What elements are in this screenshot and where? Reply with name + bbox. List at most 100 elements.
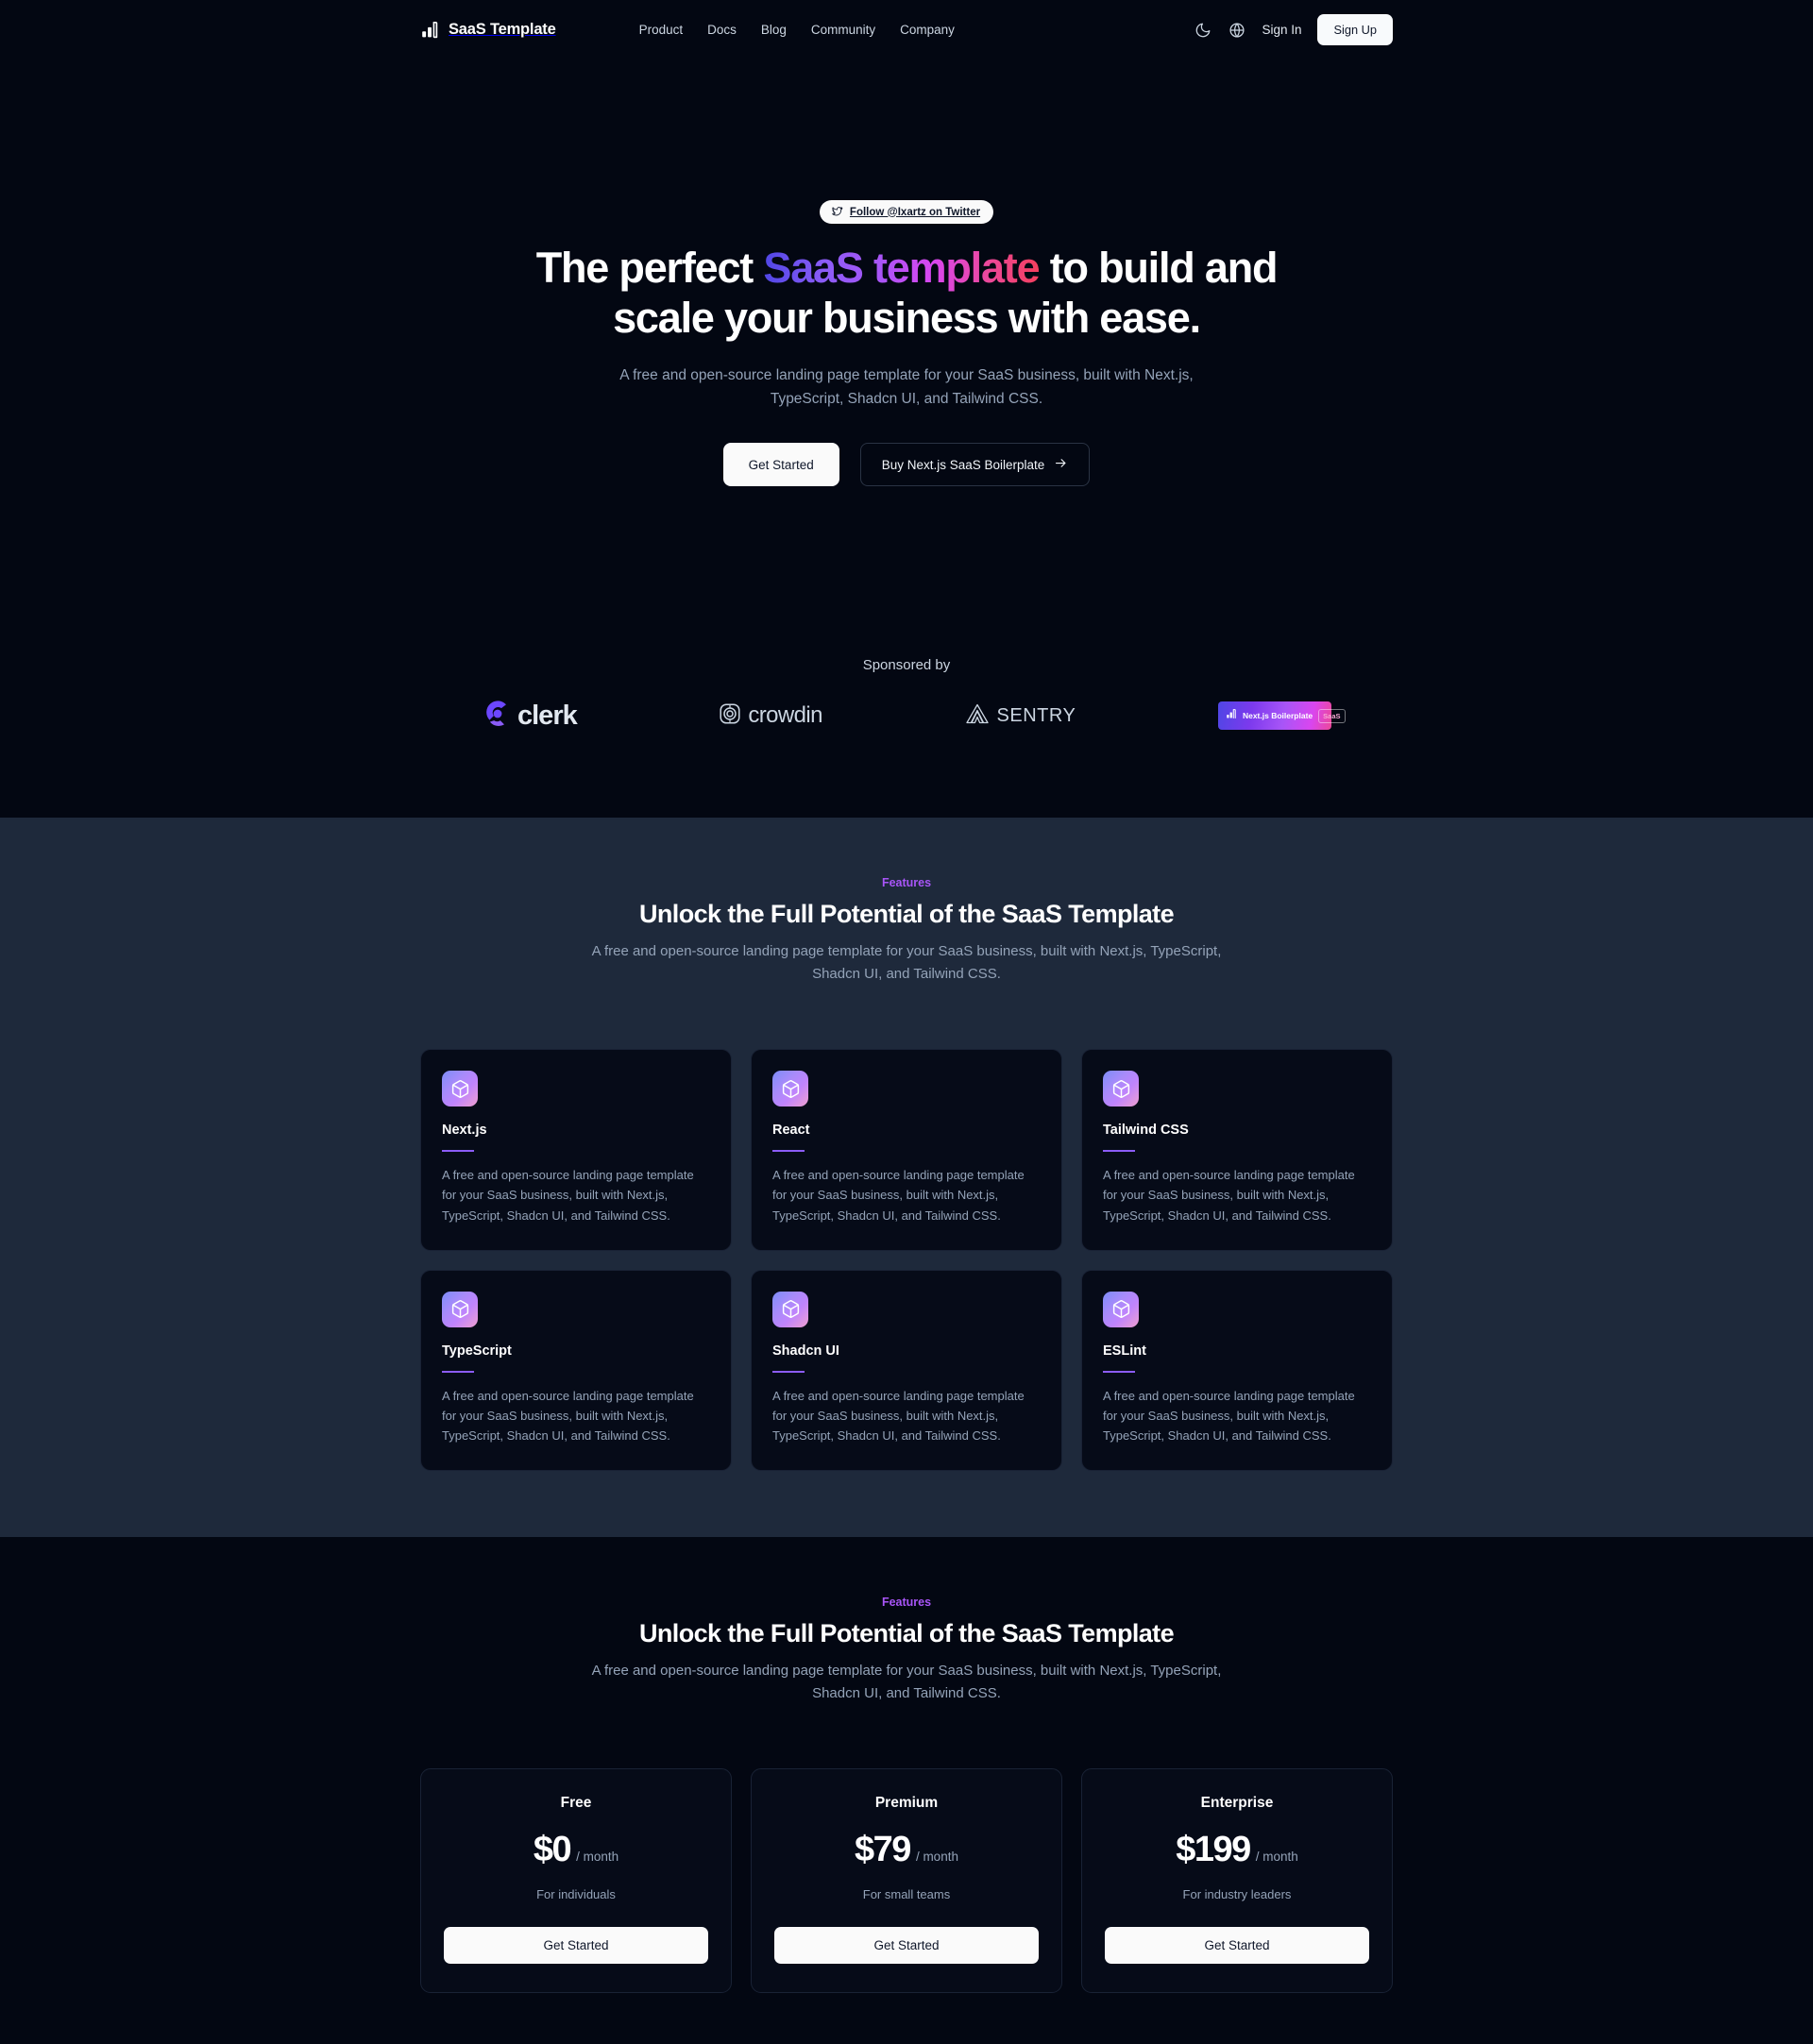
pricing-plan-name: Enterprise — [1200, 1794, 1274, 1811]
box-icon — [1103, 1291, 1139, 1327]
feature-card-description: A free and open-source landing page temp… — [1103, 1388, 1355, 1443]
feature-card: Shadcn UI A free and open-source landing… — [751, 1269, 1062, 1471]
pricing-plan-name: Free — [560, 1794, 592, 1811]
sponsors-label: Sponsored by — [862, 657, 951, 674]
sponsors-logo-row: clerk crowdin SENTRY Next.js Boilerplate… — [482, 695, 1346, 736]
hero-subtitle: A free and open-source landing page temp… — [619, 367, 1194, 408]
nav-item-docs[interactable]: Docs — [707, 23, 737, 37]
features-subtitle: A free and open-source landing page temp… — [591, 943, 1222, 983]
page-title: The perfect SaaS template to build and s… — [510, 243, 1303, 343]
pricing-card-premium: Premium $79 / month For small teams Get … — [751, 1767, 1062, 1993]
feature-card-divider — [1103, 1370, 1135, 1373]
feature-card: React A free and open-source landing pag… — [751, 1049, 1062, 1251]
hero-title-gradient: SaaS template — [763, 244, 1040, 292]
sponsor-clerk[interactable]: clerk — [482, 695, 578, 736]
pricing-period: / month — [1255, 1849, 1298, 1864]
sign-in-link[interactable]: Sign In — [1262, 23, 1301, 37]
box-icon — [772, 1291, 808, 1327]
box-icon — [442, 1291, 478, 1327]
pricing-period: / month — [576, 1849, 619, 1864]
buy-boilerplate-label: Buy Next.js SaaS Boilerplate — [881, 457, 1045, 472]
pricing-eyebrow: Features — [881, 1595, 932, 1609]
buy-boilerplate-button[interactable]: Buy Next.js SaaS Boilerplate — [859, 443, 1091, 487]
feature-card-title: TypeScript — [442, 1343, 512, 1359]
sponsor-sentry[interactable]: SENTRY — [965, 695, 1076, 736]
pricing-plan-description: For industry leaders — [1182, 1886, 1292, 1901]
sponsor-nextjs-boilerplate[interactable]: Next.js Boilerplate SaaS — [1217, 695, 1346, 736]
feature-card-description: A free and open-source landing page temp… — [1103, 1168, 1355, 1223]
feature-card-title: Next.js — [442, 1123, 487, 1139]
feature-card-divider — [442, 1370, 474, 1373]
feature-card-divider — [442, 1150, 474, 1153]
sponsor-crowdin[interactable]: crowdin — [719, 695, 822, 736]
nav-item-company[interactable]: Company — [900, 23, 955, 37]
feature-card: TypeScript A free and open-source landin… — [420, 1269, 732, 1471]
twitter-icon — [831, 206, 843, 218]
nav-item-community[interactable]: Community — [811, 23, 875, 37]
hero-section: SaaS Template Product Docs Blog Communit… — [0, 0, 1813, 819]
feature-card-divider — [1103, 1150, 1135, 1153]
sign-up-button[interactable]: Sign Up — [1317, 14, 1393, 45]
hero-title-part1: The perfect — [535, 244, 764, 292]
pricing-amount-row: $199 / month — [1105, 1830, 1369, 1870]
logo-text: SaaS Template — [449, 21, 556, 38]
feature-card: ESLint A free and open-source landing pa… — [1081, 1269, 1393, 1471]
feature-card-description: A free and open-source landing page temp… — [772, 1388, 1025, 1443]
pricing-grid: Free $0 / month For individuals Get Star… — [420, 1767, 1393, 1993]
feature-card-title: ESLint — [1103, 1343, 1146, 1359]
features-section: Features Unlock the Full Potential of th… — [0, 818, 1813, 1537]
feature-card-description: A free and open-source landing page temp… — [442, 1388, 694, 1443]
twitter-follow-badge[interactable]: Follow @Ixartz on Twitter — [819, 200, 994, 224]
arrow-right-icon — [1054, 456, 1068, 473]
twitter-badge-label: Follow @Ixartz on Twitter — [849, 206, 981, 218]
pricing-plan-description: For small teams — [862, 1886, 951, 1901]
main-navigation: Product Docs Blog Community Company — [639, 23, 955, 37]
sponsor-sentry-label: SENTRY — [996, 704, 1076, 726]
sponsor-clerk-label: clerk — [517, 700, 578, 731]
site-header: SaaS Template Product Docs Blog Communit… — [420, 0, 1393, 59]
feature-card-description: A free and open-source landing page temp… — [772, 1168, 1025, 1223]
pricing-card-enterprise: Enterprise $199 / month For industry lea… — [1081, 1767, 1393, 1993]
feature-card-divider — [772, 1370, 805, 1373]
features-header: Features Unlock the Full Potential of th… — [420, 876, 1393, 986]
pricing-subtitle: A free and open-source landing page temp… — [591, 1662, 1222, 1701]
pricing-get-started-button[interactable]: Get Started — [444, 1926, 708, 1964]
features-eyebrow: Features — [881, 876, 932, 890]
nextjs-boilerplate-label: Next.js Boilerplate — [1242, 711, 1313, 721]
nav-item-product[interactable]: Product — [639, 23, 684, 37]
globe-icon[interactable] — [1228, 21, 1245, 39]
hero-cta-group: Get Started Buy Next.js SaaS Boilerplate — [420, 443, 1393, 487]
sponsor-crowdin-label: crowdin — [748, 702, 822, 729]
crowdin-icon — [719, 702, 741, 730]
pricing-amount: $79 — [855, 1829, 911, 1869]
site-logo[interactable]: SaaS Template — [420, 20, 556, 40]
header-actions: Sign In Sign Up — [1194, 14, 1393, 45]
pricing-header: Features Unlock the Full Potential of th… — [420, 1596, 1393, 1705]
pricing-title: Unlock the Full Potential of the SaaS Te… — [639, 1618, 1175, 1647]
box-icon — [772, 1071, 808, 1107]
pricing-amount-row: $0 / month — [444, 1830, 708, 1870]
features-title: Unlock the Full Potential of the SaaS Te… — [639, 900, 1175, 929]
get-started-button[interactable]: Get Started — [722, 443, 839, 487]
pricing-amount: $199 — [1176, 1829, 1251, 1869]
feature-card: Next.js A free and open-source landing p… — [420, 1049, 732, 1251]
pricing-get-started-button[interactable]: Get Started — [774, 1926, 1039, 1964]
pricing-get-started-button[interactable]: Get Started — [1105, 1926, 1369, 1964]
nextjs-boilerplate-pill: SaaS — [1318, 708, 1346, 723]
moon-icon[interactable] — [1194, 21, 1211, 39]
feature-card-title: React — [772, 1123, 810, 1139]
pricing-section: Features Unlock the Full Potential of th… — [0, 1536, 1813, 1993]
feature-card-title: Tailwind CSS — [1103, 1123, 1189, 1139]
feature-card-description: A free and open-source landing page temp… — [442, 1168, 694, 1223]
nav-item-blog[interactable]: Blog — [761, 23, 787, 37]
page-root: SaaS Template Product Docs Blog Communit… — [0, 0, 1813, 1993]
hero-content: Follow @Ixartz on Twitter The perfect Sa… — [420, 59, 1393, 487]
nextjs-boilerplate-chart-icon — [1226, 707, 1237, 724]
box-icon — [1103, 1071, 1139, 1107]
features-grid: Next.js A free and open-source landing p… — [420, 1049, 1393, 1471]
pricing-period: / month — [915, 1849, 958, 1864]
clerk-icon — [482, 698, 514, 735]
pricing-amount: $0 — [533, 1829, 572, 1869]
feature-card-divider — [772, 1150, 805, 1153]
box-icon — [442, 1071, 478, 1107]
